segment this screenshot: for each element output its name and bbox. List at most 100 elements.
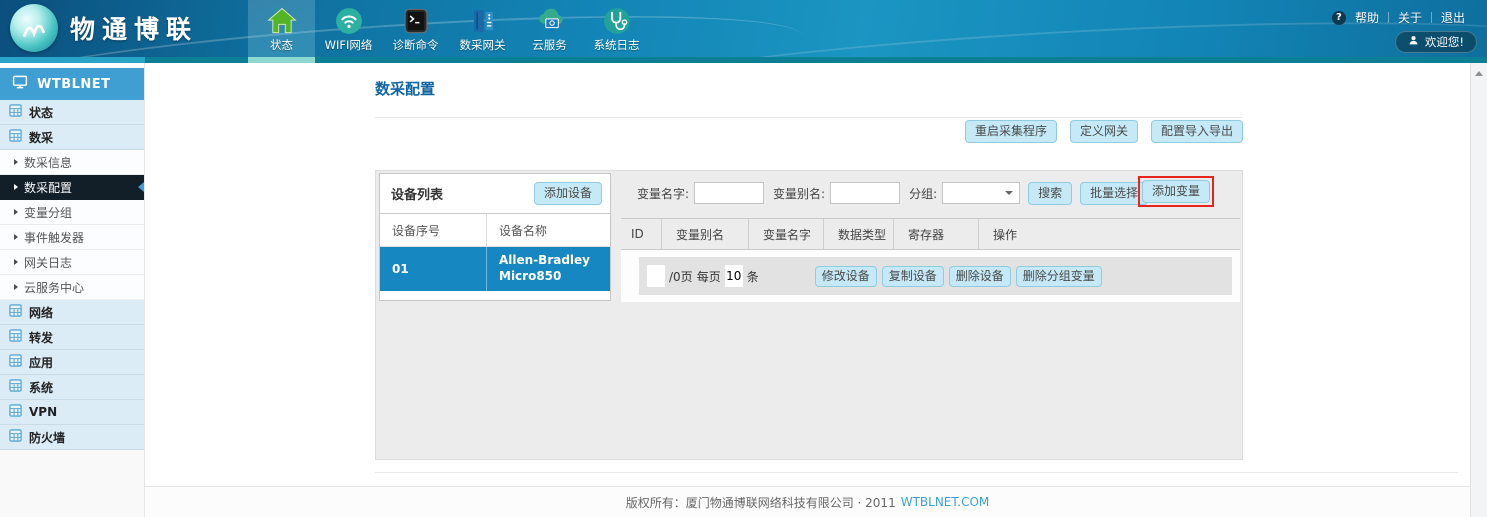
cloud-service-icon xyxy=(535,6,565,36)
gateway-device-icon xyxy=(468,6,498,36)
device-col-header: 设备名称 xyxy=(486,214,610,246)
toolbar-button-restart-collector[interactable]: 重启采集程序 xyxy=(965,120,1057,143)
toolbar-button-config-import-export[interactable]: 配置导入导出 xyxy=(1151,120,1243,143)
nav-item-cloud[interactable]: 云服务 xyxy=(516,0,583,57)
data-collect-config-panel: 设备列表 添加设备 设备序号设备名称 01Allen-Bradley Micro… xyxy=(375,170,1243,460)
sidebar-item-label: 应用 xyxy=(29,354,53,371)
sidebar-menu: 状态数采数采信息数采配置变量分组事件触发器网关日志云服务中心网络转发应用系统 VP… xyxy=(0,100,144,450)
sidebar-item-label: VPN xyxy=(29,405,57,419)
var-col-header: ID xyxy=(621,219,661,249)
grid-icon xyxy=(9,429,22,445)
group-label: 分组: xyxy=(909,185,937,202)
user-icon xyxy=(1408,35,1419,49)
wifi-icon xyxy=(334,6,364,36)
sidebar-filler xyxy=(0,450,144,517)
pagination-button-modify-device[interactable]: 修改设备 xyxy=(815,266,877,287)
pagination-buttons: 修改设备复制设备删除设备删除分组变量 xyxy=(815,266,1102,287)
logo-sphere-icon xyxy=(10,4,58,52)
welcome-label: 欢迎您! xyxy=(1425,34,1464,50)
sidebar-item-dc-config[interactable]: 数采配置 xyxy=(0,175,144,200)
nav-item-label: 状态 xyxy=(270,37,293,53)
device-panel-header: 设备列表 添加设备 xyxy=(380,174,610,214)
sidebar-item-status[interactable]: 状态 xyxy=(0,100,144,125)
sidebar-item-label: 防火墙 xyxy=(29,429,65,446)
sidebar-item-app[interactable]: 应用 xyxy=(0,350,144,375)
sidebar-item-forward[interactable]: 转发 xyxy=(0,325,144,350)
grid-icon xyxy=(9,329,22,345)
pagination-button-copy-device[interactable]: 复制设备 xyxy=(882,266,944,287)
grid-icon xyxy=(9,129,22,145)
vertical-scrollbar[interactable] xyxy=(1470,63,1487,517)
device-name: Allen-Bradley Micro850 xyxy=(486,247,610,291)
variable-name-input[interactable] xyxy=(694,182,764,204)
grid-icon xyxy=(9,404,22,420)
page: 物通博联 状态WIFI网络诊断命令数采网关云服务系统日志 ?帮助关于退出 欢迎您… xyxy=(0,0,1487,517)
stethoscope-icon xyxy=(602,6,632,36)
page-title: 数采配置 xyxy=(375,78,435,99)
device-no: 01 xyxy=(380,247,486,291)
nav-item-wifi[interactable]: WIFI网络 xyxy=(315,0,382,57)
sidebar: WTBLNET 状态数采数采信息数采配置变量分组事件触发器网关日志云服务中心网络… xyxy=(0,63,145,517)
app-logo: 物通博联 xyxy=(10,4,198,52)
link-separator xyxy=(1388,12,1389,23)
grid-icon xyxy=(9,379,22,395)
nav-item-label: 云服务 xyxy=(532,37,567,53)
sidebar-item-var-group[interactable]: 变量分组 xyxy=(0,200,144,225)
logo-text: 物通博联 xyxy=(70,10,198,46)
per-page-input[interactable] xyxy=(725,265,743,287)
selected-marker xyxy=(138,182,144,192)
title-divider xyxy=(375,117,1243,118)
sidebar-item-cloud-center[interactable]: 云服务中心 xyxy=(0,275,144,300)
nav-item-label: 数采网关 xyxy=(460,37,506,53)
submenu-arrow-icon xyxy=(14,209,18,215)
sidebar-item-gateway-log[interactable]: 网关日志 xyxy=(0,250,144,275)
add-variable-button[interactable]: 添加变量 xyxy=(1142,180,1210,203)
nav-item-diagnose[interactable]: 诊断命令 xyxy=(382,0,449,57)
sidebar-item-network[interactable]: 网络 xyxy=(0,300,144,325)
header-nav: 状态 WIFI网络诊断命令数采网关 云服务 系统日志 xyxy=(248,0,650,57)
device-row[interactable]: 01Allen-Bradley Micro850 xyxy=(380,247,610,291)
add-device-button[interactable]: 添加设备 xyxy=(534,182,602,205)
footer: 版权所有：厦门物通博联网络科技有限公司 · 2011 WTBLNET.COM xyxy=(145,486,1470,517)
var-col-header: 数据类型 xyxy=(823,219,893,249)
header-link-about[interactable]: 关于 xyxy=(1398,9,1422,26)
toolbar: 重启采集程序定义网关配置导入导出 xyxy=(375,120,1243,143)
header-link-logout[interactable]: 退出 xyxy=(1441,9,1465,26)
nav-item-label: 系统日志 xyxy=(594,37,640,53)
sidebar-item-label: 网关日志 xyxy=(24,254,72,271)
nav-item-status[interactable]: 状态 xyxy=(248,0,315,57)
sidebar-item-label: 云服务中心 xyxy=(24,279,84,296)
toolbar-button-define-gateway[interactable]: 定义网关 xyxy=(1070,120,1138,143)
pagination-button-delete-group-vars[interactable]: 删除分组变量 xyxy=(1016,266,1102,287)
sidebar-title: WTBLNET xyxy=(37,77,111,92)
page-input[interactable] xyxy=(647,265,665,287)
sidebar-item-dc-info[interactable]: 数采信息 xyxy=(0,150,144,175)
submenu-arrow-icon xyxy=(14,259,18,265)
sidebar-item-firewall[interactable]: 防火墙 xyxy=(0,425,144,450)
wtblnet-link[interactable]: WTBLNET.COM xyxy=(901,495,990,509)
sidebar-item-label: 系统 xyxy=(29,379,53,396)
search-button[interactable]: 搜索 xyxy=(1028,182,1072,205)
var-col-header: 寄存器 xyxy=(893,219,978,249)
sidebar-item-system[interactable]: 系统 xyxy=(0,375,144,400)
sidebar-item-label: 数采配置 xyxy=(24,179,72,196)
sidebar-item-label: 事件触发器 xyxy=(24,229,84,246)
variables-area: 变量名字: 变量别名: 分组: 搜索 批量选择 添加变量 ID变量别名变量名字数… xyxy=(621,171,1242,459)
scroll-up-arrow-icon[interactable] xyxy=(1475,71,1483,76)
group-select[interactable] xyxy=(942,182,1020,204)
pagination-button-delete-device[interactable]: 删除设备 xyxy=(949,266,1011,287)
header-link-help[interactable]: 帮助 xyxy=(1355,9,1379,26)
sidebar-item-vpn[interactable]: VPN xyxy=(0,400,144,425)
nav-item-syslog[interactable]: 系统日志 xyxy=(583,0,650,57)
sidebar-item-label: 状态 xyxy=(29,104,53,121)
sidebar-item-label: 转发 xyxy=(29,329,53,346)
welcome-button[interactable]: 欢迎您! xyxy=(1395,31,1477,53)
nav-item-gateway[interactable]: 数采网关 xyxy=(449,0,516,57)
monitor-icon xyxy=(12,74,28,94)
variable-alias-input[interactable] xyxy=(830,182,900,204)
sidebar-item-data-collect[interactable]: 数采 xyxy=(0,125,144,150)
device-table-body: 01Allen-Bradley Micro850 xyxy=(380,247,610,291)
sidebar-item-event-trigger[interactable]: 事件触发器 xyxy=(0,225,144,250)
device-list-panel: 设备列表 添加设备 设备序号设备名称 01Allen-Bradley Micro… xyxy=(379,173,611,301)
var-table-header: ID变量别名变量名字数据类型寄存器操作 xyxy=(621,218,1240,250)
